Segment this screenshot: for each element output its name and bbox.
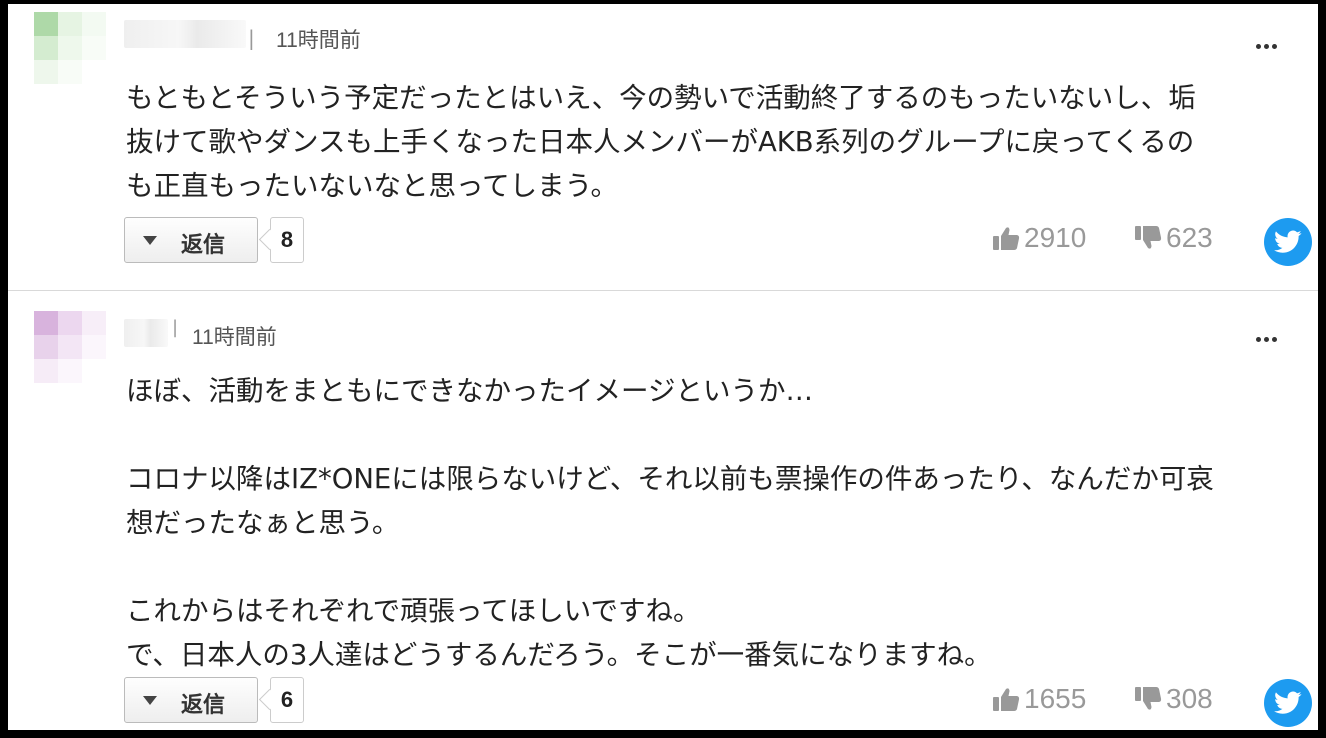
avatar-pixel — [82, 311, 106, 335]
username-blurred[interactable] — [124, 319, 168, 347]
dislike-count: 308 — [1166, 683, 1213, 714]
dislike-button[interactable]: 308 — [1134, 683, 1213, 715]
reply-label: 返信 — [181, 232, 226, 257]
comment-list: | 11時間前 もともとそういう予定だったとはいえ、今の勢いで活動終了するのもっ… — [8, 4, 1318, 730]
avatar-pixel — [34, 311, 58, 335]
twitter-share-button[interactable] — [1264, 679, 1312, 727]
comment-line: コロナ以降はIZ*ONEには限らないけど、それ以前も票操作の件あったり、なんだか… — [126, 463, 1214, 495]
comment-line: 想だったなぁと思う。 — [126, 507, 400, 539]
twitter-icon — [1274, 230, 1302, 253]
thumbs-up-icon — [993, 227, 1020, 250]
thumbs-down-icon — [1135, 687, 1162, 710]
avatar-pixel — [58, 359, 82, 383]
avatar[interactable] — [34, 311, 106, 383]
avatar-pixel — [82, 359, 106, 383]
triangle-down-icon — [143, 236, 157, 245]
reply-button[interactable]: 返信 — [124, 677, 258, 723]
avatar-pixel — [82, 335, 106, 359]
avatar-pixel — [58, 36, 82, 60]
avatar-pixel — [34, 60, 58, 84]
twitter-icon — [1274, 691, 1302, 714]
like-button[interactable]: 2910 — [992, 222, 1086, 254]
username-blurred[interactable] — [124, 20, 246, 48]
thumbs-down-icon — [1135, 226, 1162, 249]
reply-count: 8 — [270, 217, 304, 263]
avatar-pixel — [82, 36, 106, 60]
reply-button[interactable]: 返信 — [124, 217, 258, 263]
timestamp: 11時間前 — [192, 326, 277, 349]
comment-line — [126, 545, 1312, 589]
separator: | — [172, 317, 179, 338]
avatar-pixel — [34, 335, 58, 359]
avatar-pixel — [82, 12, 106, 36]
comment-line: これからはそれぞれで頑張ってほしいですね。 — [126, 595, 701, 627]
more-icon[interactable] — [1256, 28, 1280, 54]
dislike-count: 623 — [1166, 222, 1213, 253]
avatar-pixel — [58, 60, 82, 84]
twitter-share-button[interactable] — [1264, 218, 1312, 266]
timestamp: 11時間前 — [276, 29, 361, 52]
dislike-button[interactable]: 623 — [1134, 222, 1213, 254]
reply-count: 6 — [270, 677, 304, 723]
separator: | — [248, 26, 255, 50]
avatar[interactable] — [34, 12, 106, 84]
comment-item: | 11時間前 もともとそういう予定だったとはいえ、今の勢いで活動終了するのもっ… — [8, 4, 1318, 290]
avatar-pixel — [34, 36, 58, 60]
comment-body: ほぼ、活動をまともにできなかったイメージというか… コロナ以降はIZ*ONEには… — [126, 369, 1312, 677]
comment-body: もともとそういう予定だったとはいえ、今の勢いで活動終了するのもったいないし、垢 … — [126, 76, 1312, 208]
like-count: 2910 — [1024, 222, 1087, 253]
comment-line: も正直もったいないなと思ってしまう。 — [126, 170, 618, 202]
avatar-pixel — [58, 311, 82, 335]
avatar-pixel — [34, 359, 58, 383]
comment-line: で、日本人の3人達はどうするんだろう。そこが一番気になりますね。 — [126, 639, 992, 671]
avatar-pixel — [82, 60, 106, 84]
reply-label: 返信 — [181, 692, 226, 717]
comment-line: ほぼ、活動をまともにできなかったイメージというか… — [126, 375, 813, 407]
comment-line — [126, 413, 1312, 457]
more-icon[interactable] — [1256, 321, 1280, 347]
reply-count-value: 6 — [280, 687, 294, 712]
avatar-pixel — [58, 12, 82, 36]
comment-item: | 11時間前 ほぼ、活動をまともにできなかったイメージというか… コロナ以降は… — [8, 291, 1318, 730]
triangle-down-icon — [143, 696, 157, 705]
reply-count-value: 8 — [280, 227, 294, 252]
comment-line: もともとそういう予定だったとはいえ、今の勢いで活動終了するのもったいないし、垢 — [126, 82, 1196, 114]
like-count: 1655 — [1024, 683, 1087, 714]
thumbs-up-icon — [993, 688, 1020, 711]
avatar-pixel — [58, 335, 82, 359]
avatar-pixel — [34, 12, 58, 36]
like-button[interactable]: 1655 — [992, 683, 1086, 715]
comment-line: 抜けて歌やダンスも上手くなった日本人メンバーがAKB系列のグループに戻ってくるの — [126, 126, 1195, 158]
